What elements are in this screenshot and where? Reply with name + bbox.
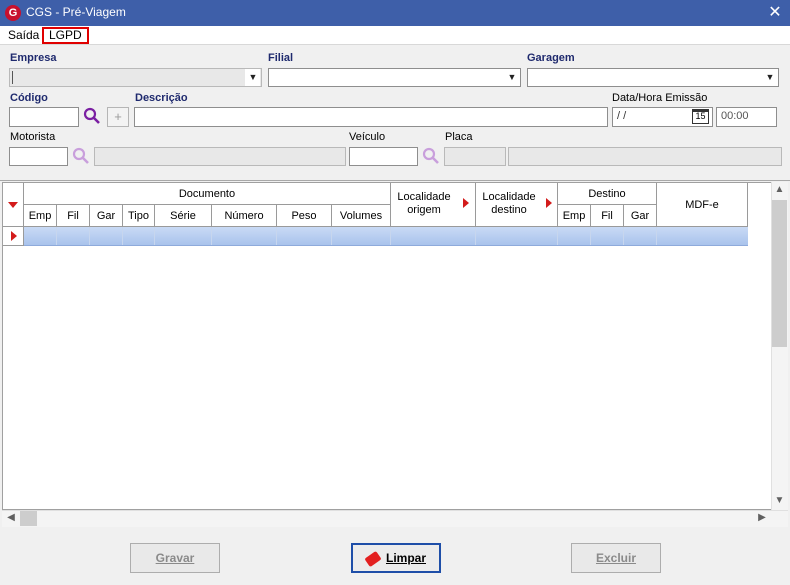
col-localidade-destino[interactable]: Localidade destino: [476, 183, 558, 227]
cell[interactable]: [155, 227, 212, 245]
col-destino-gar[interactable]: Gar: [624, 205, 657, 227]
empresa-label: Empresa: [10, 52, 57, 64]
limpar-label: Limpar: [385, 551, 426, 565]
window-title: CGS - Pré-Viagem: [26, 5, 126, 19]
placa-field: [444, 147, 506, 166]
date-value: / /: [617, 110, 627, 122]
cell[interactable]: [57, 227, 90, 245]
col-mdfe[interactable]: MDF-e: [657, 183, 748, 227]
col-fil[interactable]: Fil: [57, 205, 90, 227]
scroll-up-icon[interactable]: ▲: [772, 184, 787, 198]
filial-combo[interactable]: ▼: [268, 68, 521, 87]
menu-saida[interactable]: Saída: [8, 27, 39, 44]
col-volumes[interactable]: Volumes: [332, 205, 391, 227]
motorista-name-field: [94, 147, 346, 166]
cell[interactable]: [24, 227, 57, 245]
col-numero[interactable]: Número: [212, 205, 277, 227]
filial-label: Filial: [268, 52, 294, 64]
expand-arrow-icon[interactable]: [546, 198, 552, 208]
chevron-down-icon[interactable]: ▼: [504, 69, 519, 86]
descricao-label: Descrição: [135, 92, 188, 104]
cell[interactable]: [591, 227, 624, 245]
scroll-right-icon[interactable]: ▶: [755, 512, 769, 526]
title-bar: G CGS - Pré-Viagem ✕: [0, 0, 790, 26]
chevron-down-icon[interactable]: ▼: [245, 69, 260, 86]
text-cursor: [12, 71, 13, 84]
col-destino-emp[interactable]: Emp: [558, 205, 591, 227]
current-row-icon: [11, 231, 17, 241]
col-destino-fil[interactable]: Fil: [591, 205, 624, 227]
cell[interactable]: [332, 227, 391, 245]
motorista-label: Motorista: [10, 131, 56, 143]
chevron-down-icon[interactable]: ▼: [762, 69, 777, 86]
time-input[interactable]: 00:00: [716, 107, 777, 127]
col-localidade-origem[interactable]: Localidade origem: [391, 183, 476, 227]
cell[interactable]: [391, 227, 476, 245]
cell[interactable]: [277, 227, 332, 245]
horizontal-scrollbar[interactable]: [2, 510, 788, 527]
menu-bar: [0, 26, 790, 45]
data-hora-label: Data/Hora Emissão: [612, 92, 708, 104]
empresa-combo[interactable]: ▼: [9, 68, 262, 87]
close-icon[interactable]: ✕: [764, 2, 786, 24]
menu-lgpd[interactable]: LGPD: [42, 27, 89, 44]
documento-group-header: Documento: [24, 183, 391, 205]
calendar-icon[interactable]: 15: [692, 109, 709, 124]
search-icon[interactable]: [83, 107, 101, 125]
row-indicator[interactable]: [3, 227, 24, 246]
search-icon[interactable]: [72, 147, 90, 165]
cell[interactable]: [624, 227, 657, 245]
col-peso[interactable]: Peso: [277, 205, 332, 227]
col-serie[interactable]: Série: [155, 205, 212, 227]
cell[interactable]: [90, 227, 123, 245]
motorista-input[interactable]: [9, 147, 68, 166]
expand-arrow-icon[interactable]: [463, 198, 469, 208]
destino-group-header: Destino: [558, 183, 657, 205]
cell[interactable]: [476, 227, 558, 245]
limpar-button[interactable]: Limpar: [351, 543, 441, 573]
localidade-destino-label: Localidade destino: [482, 191, 536, 216]
row-indicator-header[interactable]: [3, 183, 24, 227]
col-emp[interactable]: Emp: [24, 205, 57, 227]
gravar-button[interactable]: Gravar: [130, 543, 220, 573]
cell[interactable]: [212, 227, 277, 245]
search-icon[interactable]: [422, 147, 440, 165]
garagem-combo[interactable]: ▼: [527, 68, 779, 87]
veiculo-input[interactable]: [349, 147, 418, 166]
cell[interactable]: [657, 227, 748, 245]
veiculo-label: Veículo: [349, 131, 386, 143]
descricao-input[interactable]: [134, 107, 608, 127]
sort-indicator-icon: [8, 202, 18, 208]
add-button[interactable]: +: [107, 107, 129, 127]
excluir-button[interactable]: Excluir: [571, 543, 661, 573]
time-value: 00:00: [721, 110, 749, 122]
table-row[interactable]: [24, 227, 748, 246]
horizontal-scroll-thumb[interactable]: [20, 511, 37, 526]
scroll-down-icon[interactable]: ▼: [772, 495, 787, 509]
codigo-input[interactable]: [9, 107, 79, 127]
col-tipo[interactable]: Tipo: [123, 205, 155, 227]
cell[interactable]: [558, 227, 591, 245]
placa-label: Placa: [445, 131, 473, 143]
garagem-label: Garagem: [527, 52, 575, 64]
cell[interactable]: [123, 227, 155, 245]
app-logo-icon: G: [5, 5, 21, 21]
codigo-label: Código: [10, 92, 48, 104]
col-gar[interactable]: Gar: [90, 205, 123, 227]
placa-description-field: [508, 147, 782, 166]
scroll-left-icon[interactable]: ◀: [4, 512, 18, 526]
eraser-icon: [364, 550, 382, 567]
localidade-origem-label: Localidade origem: [397, 191, 451, 216]
vertical-scroll-thumb[interactable]: [772, 200, 787, 347]
